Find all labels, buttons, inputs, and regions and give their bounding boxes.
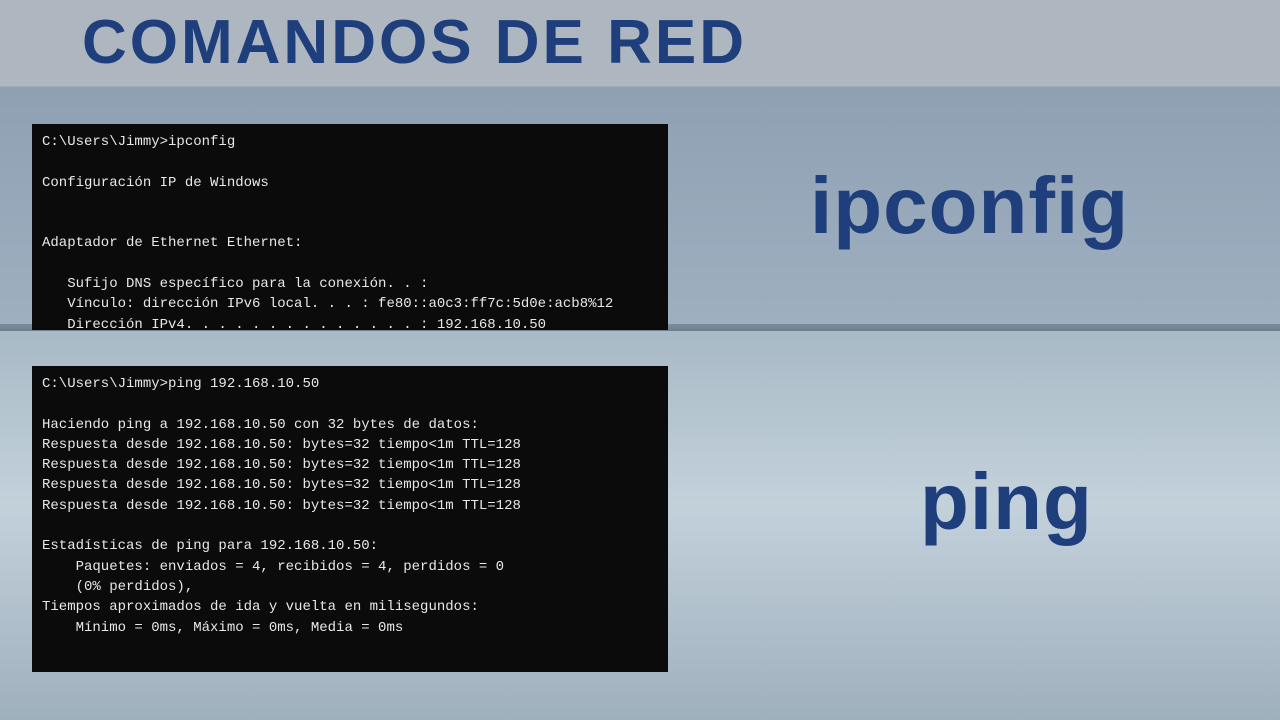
title-bar: COMANDOS DE RED: [0, 0, 1280, 86]
terminal-ping: C:\Users\Jimmy>ping 192.168.10.50 Hacien…: [32, 366, 668, 672]
label-ping: ping: [920, 456, 1093, 548]
label-ipconfig: ipconfig: [810, 160, 1129, 252]
terminal-ipconfig: C:\Users\Jimmy>ipconfig Configuración IP…: [32, 124, 668, 330]
page-title: COMANDOS DE RED: [82, 12, 747, 74]
